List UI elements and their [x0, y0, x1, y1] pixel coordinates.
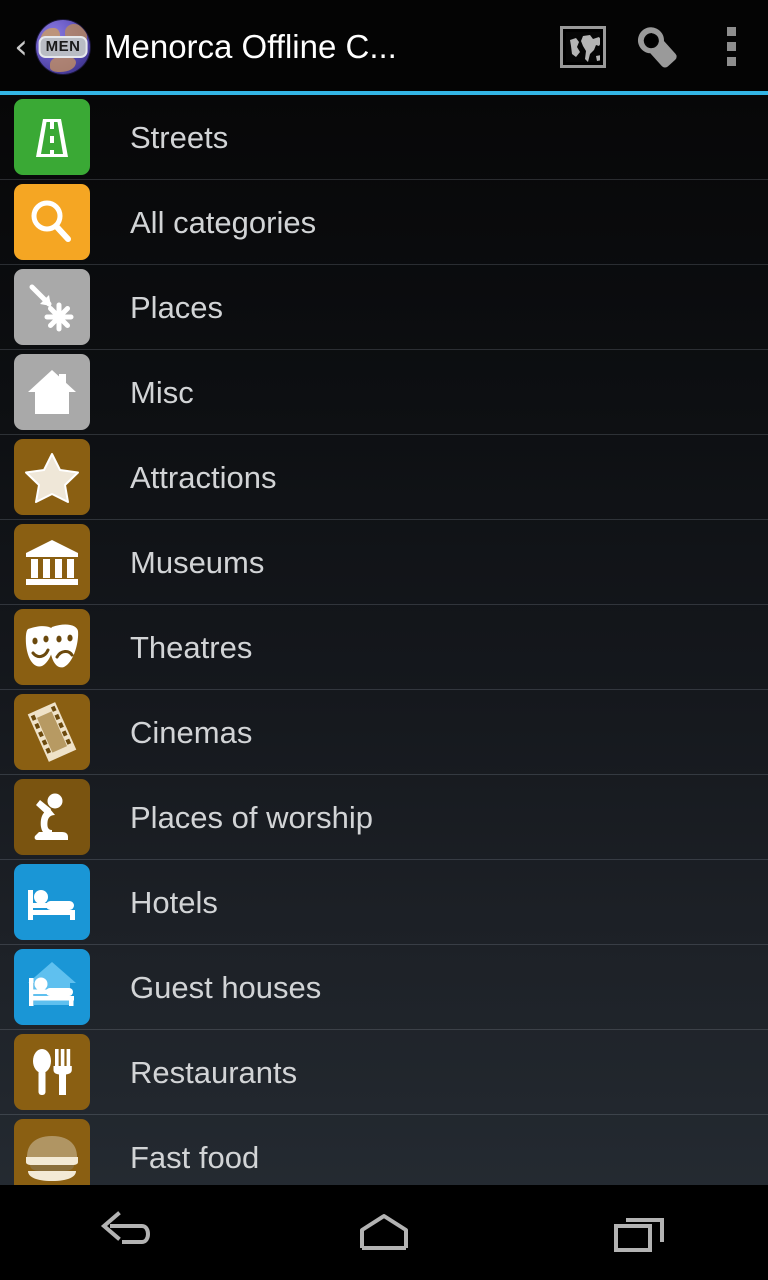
praying-icon: [14, 779, 90, 855]
list-item[interactable]: Streets: [0, 95, 768, 180]
list-item-label: Guest houses: [130, 969, 322, 1005]
star-icon: [14, 439, 90, 515]
list-item-label: Places of worship: [130, 799, 373, 835]
app-screen: ‹ MEN Menorca Offline C... Streets All c…: [0, 0, 768, 1280]
up-navigation-chevron-icon[interactable]: ‹: [6, 30, 36, 64]
page-title: Menorca Offline C...: [104, 30, 397, 63]
world-map-button[interactable]: [546, 0, 620, 93]
magnifier-icon: [14, 184, 90, 260]
list-item-label: Theatres: [130, 629, 253, 665]
list-item-label: Fast food: [130, 1139, 260, 1175]
list-item[interactable]: Guest houses: [0, 945, 768, 1030]
list-item[interactable]: Fast food: [0, 1115, 768, 1185]
category-list[interactable]: Streets All categories Places Misc Attra…: [0, 95, 768, 1185]
list-item[interactable]: Places of worship: [0, 775, 768, 860]
app-globe-icon: MEN: [36, 19, 90, 74]
list-item-label: Places: [130, 289, 224, 325]
list-item-label: Cinemas: [130, 714, 253, 750]
list-item-label: Hotels: [130, 884, 218, 920]
list-item[interactable]: Hotels: [0, 860, 768, 945]
globe-landmass: [50, 55, 76, 72]
overflow-menu-button[interactable]: [694, 0, 768, 93]
bed-icon: [14, 864, 90, 940]
world-map-icon: [560, 25, 606, 68]
burger-icon: [14, 1119, 90, 1185]
list-item[interactable]: Places: [0, 265, 768, 350]
system-navigation-bar: [0, 1185, 768, 1280]
list-item-label: Streets: [130, 119, 229, 155]
list-item[interactable]: Theatres: [0, 605, 768, 690]
masks-icon: [14, 609, 90, 685]
list-item-label: Misc: [130, 374, 194, 410]
action-bar: ‹ MEN Menorca Offline C...: [0, 0, 768, 93]
nav-recents-button[interactable]: [512, 1185, 768, 1280]
nav-back-button[interactable]: [0, 1185, 256, 1280]
list-item-label: Attractions: [130, 459, 277, 495]
cutlery-icon: [14, 1034, 90, 1110]
list-item-label: Museums: [130, 544, 265, 580]
list-item-label: Restaurants: [130, 1054, 298, 1090]
overflow-menu-icon: [726, 27, 736, 66]
list-item[interactable]: All categories: [0, 180, 768, 265]
tools-button[interactable]: [620, 0, 694, 93]
list-item[interactable]: Misc: [0, 350, 768, 435]
nav-home-icon: [352, 1210, 416, 1256]
nav-home-button[interactable]: [256, 1185, 512, 1280]
bed-house-icon: [14, 949, 90, 1025]
nav-recents-icon: [608, 1210, 672, 1256]
road-icon: [14, 99, 90, 175]
list-item[interactable]: Restaurants: [0, 1030, 768, 1115]
nav-back-icon: [96, 1210, 160, 1256]
list-item[interactable]: Attractions: [0, 435, 768, 520]
app-icon-badge-label: MEN: [38, 35, 88, 58]
house-icon: [14, 354, 90, 430]
list-item-label: All categories: [130, 204, 317, 240]
museum-icon: [14, 524, 90, 600]
list-item[interactable]: Cinemas: [0, 690, 768, 775]
filmstrip-icon: [14, 694, 90, 770]
list-item[interactable]: Museums: [0, 520, 768, 605]
wrench-icon: [631, 21, 683, 73]
arrow-burst-icon: [14, 269, 90, 345]
